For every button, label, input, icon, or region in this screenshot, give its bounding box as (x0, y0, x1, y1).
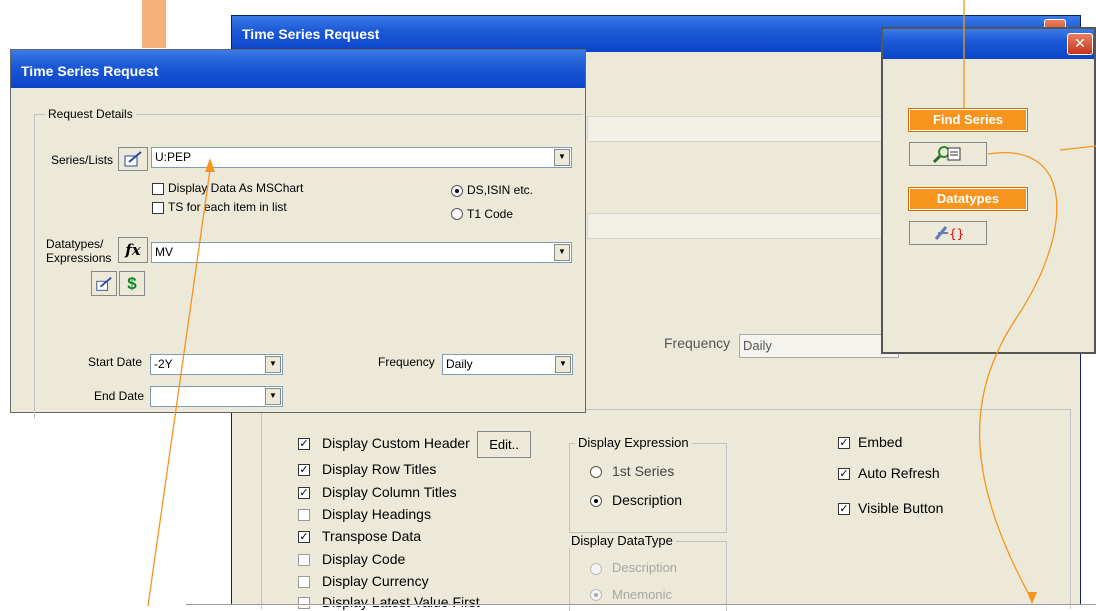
front-window-titlebar: Time Series Request (11, 50, 585, 88)
display-datatype-legend: Display DataType (568, 533, 676, 548)
find-series-tag-label: Find Series (932, 112, 1004, 127)
back-option-checkbox[interactable] (298, 509, 310, 521)
callout-close-icon[interactable]: ✕ (1067, 33, 1093, 55)
datatypes-label-line1: Datatypes/ (46, 237, 104, 251)
t1-code-label: T1 Code (467, 207, 514, 221)
back-right-label: Visible Button (858, 500, 944, 516)
datatype-picker-button[interactable] (91, 271, 117, 296)
back-option-label: Display Latest Value First (322, 594, 480, 610)
currency-button[interactable]: $ (119, 271, 145, 296)
request-details-legend: Request Details (45, 107, 136, 121)
back-option-label: Display Column Titles (322, 484, 457, 500)
edit-header-button[interactable]: Edit.. (477, 431, 531, 458)
expr-description-radio[interactable] (590, 495, 602, 507)
back-frequency-label: Frequency (664, 335, 731, 351)
start-date-input[interactable]: -2Y ▼ (150, 354, 283, 375)
ts-each-label: TS for each item in list (168, 200, 287, 214)
edit-header-label: Edit.. (489, 437, 519, 452)
back-right-checkbox[interactable]: ✓ (838, 468, 850, 480)
back-frequency-select[interactable]: Daily (739, 334, 899, 358)
datatype-picker-icon (96, 277, 112, 291)
series-input-value: U:PEP (155, 150, 192, 164)
series-picker-icon (124, 151, 142, 167)
series-lists-label: Series/Lists (51, 153, 114, 167)
datatype-mnemonic-label: Mnemonic (612, 587, 672, 602)
series-dropdown-icon[interactable]: ▼ (554, 149, 570, 166)
display-expression-group (569, 443, 727, 533)
t1-code-radio[interactable] (451, 208, 463, 220)
fx-button[interactable]: fx (118, 237, 148, 263)
back-option-checkbox[interactable]: ✓ (298, 487, 310, 499)
expr-description-label: Description (612, 492, 683, 508)
display-expression-legend: Display Expression (575, 435, 692, 450)
back-option-label: Transpose Data (322, 528, 422, 544)
back-frequency-value: Daily (743, 338, 772, 353)
back-option-label: Display Currency (322, 573, 429, 589)
fx-icon: fx (125, 241, 141, 259)
series-picker-button[interactable] (118, 147, 148, 171)
back-window-title: Time Series Request (242, 26, 380, 42)
datatypes-label-line2: Expressions (46, 251, 112, 265)
back-right-label: Auto Refresh (858, 465, 940, 481)
datatype-description-radio[interactable] (590, 563, 602, 575)
expr-1st-series-label: 1st Series (612, 463, 675, 479)
datatype-description-label: Description (612, 560, 678, 575)
callout-window: ✕ Find Series Datatypes {} (881, 27, 1096, 354)
find-series-icon (932, 146, 961, 164)
back-option-checkbox[interactable] (298, 554, 310, 566)
svg-text:{}: {} (949, 227, 964, 241)
front-frequency-select[interactable]: Daily ▼ (442, 354, 573, 375)
orange-accent-block (142, 0, 166, 48)
start-date-value: -2Y (154, 357, 173, 371)
back-option-label: Display Custom Header (322, 435, 470, 451)
back-option-label: Display Code (322, 551, 406, 567)
back-option-label: Display Row Titles (322, 461, 437, 477)
back-option-checkbox[interactable]: ✓ (298, 464, 310, 476)
mschart-label: Display Data As MSChart (168, 181, 304, 195)
front-frequency-dropdown-icon[interactable]: ▼ (555, 356, 571, 373)
datatypes-tag-label: Datatypes (936, 191, 1000, 206)
datatypes-dropdown-icon[interactable]: ▼ (554, 244, 570, 261)
find-series-tag: Find Series (908, 108, 1028, 132)
datatypes-tag: Datatypes (908, 187, 1028, 211)
start-date-label: Start Date (88, 355, 143, 369)
front-frequency-label: Frequency (378, 355, 435, 369)
callout-window-titlebar (883, 29, 1094, 59)
datatype-mnemonic-radio[interactable] (590, 589, 602, 601)
callout-close-glyph: ✕ (1074, 35, 1086, 51)
front-frequency-value: Daily (446, 357, 473, 371)
currency-icon: $ (127, 274, 137, 293)
back-option-checkbox[interactable]: ✓ (298, 531, 310, 543)
back-right-label: Embed (858, 434, 903, 450)
start-date-dropdown-icon[interactable]: ▼ (265, 356, 281, 373)
datatypes-icon: {} (934, 226, 964, 241)
datatypes-input-value: MV (155, 245, 173, 259)
front-window-title: Time Series Request (21, 63, 159, 79)
ds-isin-radio[interactable] (451, 185, 463, 197)
front-window: Time Series Request Request Details Seri… (10, 49, 586, 419)
back-right-checkbox[interactable]: ✓ (838, 503, 850, 515)
mschart-checkbox[interactable] (152, 183, 164, 195)
end-date-label: End Date (94, 389, 145, 403)
back-option-checkbox[interactable] (298, 576, 310, 588)
find-series-button[interactable] (909, 142, 987, 166)
datatypes-input[interactable]: MV ▼ (151, 242, 572, 263)
back-right-checkbox[interactable]: ✓ (838, 437, 850, 449)
series-input[interactable]: U:PEP ▼ (151, 147, 572, 168)
ds-isin-label: DS,ISIN etc. (467, 183, 534, 197)
back-option-checkbox[interactable]: ✓ (298, 438, 310, 450)
expr-1st-series-radio[interactable] (590, 466, 602, 478)
back-option-label: Display Headings (322, 506, 431, 522)
datatypes-button[interactable]: {} (909, 221, 987, 245)
end-date-input[interactable]: ▼ (150, 386, 283, 407)
back-option-checkbox[interactable] (298, 597, 310, 609)
ts-each-checkbox[interactable] (152, 202, 164, 214)
end-date-dropdown-icon[interactable]: ▼ (265, 388, 281, 405)
